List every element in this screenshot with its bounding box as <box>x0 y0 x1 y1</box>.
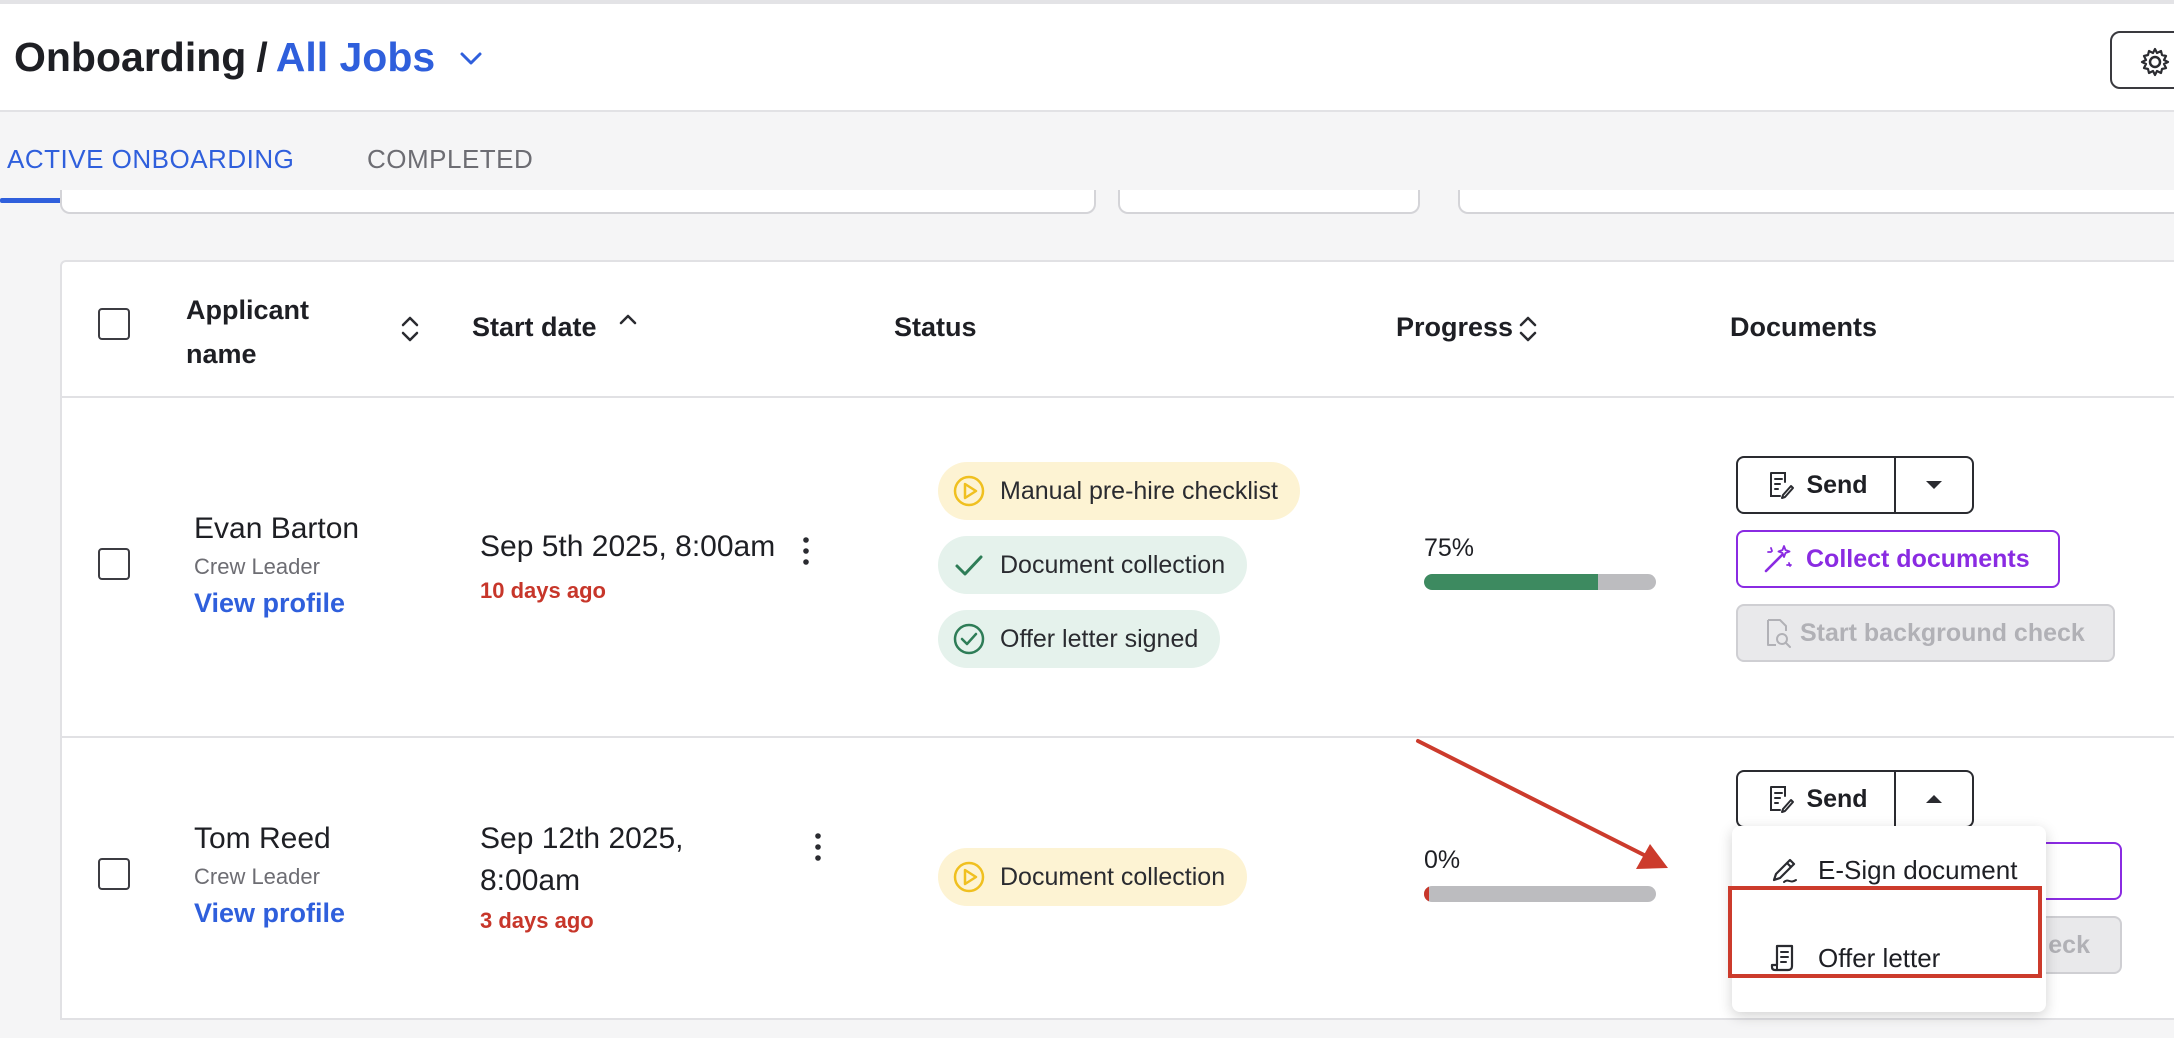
progress-fill <box>1424 886 1429 902</box>
sort-both-icon[interactable] <box>398 314 422 344</box>
table-row: Evan Barton Crew Leader View profile Sep… <box>62 398 2174 738</box>
start-background-check-button[interactable]: Start background check <box>1736 604 2115 662</box>
status-badge: Manual pre-hire checklist <box>938 462 1300 520</box>
send-button[interactable]: Send <box>1736 770 1896 828</box>
applicant-role: Crew Leader <box>194 864 320 889</box>
column-header-documents: Documents <box>1730 312 1878 342</box>
relative-date: 10 days ago <box>480 578 606 603</box>
relative-date: 3 days ago <box>480 908 594 933</box>
background-check-label: eck <box>2048 930 2090 959</box>
row-checkbox[interactable] <box>98 548 130 580</box>
applicant-role: Crew Leader <box>194 554 320 579</box>
applicant-name: Evan Barton <box>194 512 360 545</box>
more-options-icon[interactable] <box>800 536 812 566</box>
breadcrumb-separator: / <box>256 34 268 80</box>
progress-percent: 75% <box>1424 534 1475 562</box>
annotation-highlight-box <box>1728 886 2042 978</box>
more-options-icon[interactable] <box>812 832 824 862</box>
collect-documents-button[interactable]: Collect documents <box>1736 530 2060 588</box>
select-all-checkbox[interactable] <box>98 308 130 340</box>
status-badge: Document collection <box>938 536 1248 594</box>
send-dropdown-toggle[interactable] <box>1896 456 1974 514</box>
document-edit-icon <box>1770 786 1795 813</box>
start-date: Sep 5th 2025, 8:00am <box>480 530 776 563</box>
play-circle-icon <box>953 861 985 893</box>
send-button[interactable]: Send <box>1736 456 1896 514</box>
progress-percent: 0% <box>1424 846 1461 874</box>
send-label: Send <box>1806 784 1868 813</box>
start-date: Sep 12th 2025, 8:00am <box>480 822 684 897</box>
status-badge: Offer letter signed <box>938 610 1221 668</box>
settings-button[interactable] <box>2110 31 2174 89</box>
checkmark-icon <box>955 555 983 576</box>
play-circle-icon <box>953 475 985 507</box>
tab-active-onboarding[interactable]: ACTIVE ONBOARDING <box>7 144 294 175</box>
chevron-down-icon[interactable] <box>457 44 485 72</box>
sort-ascending-icon[interactable] <box>616 306 640 336</box>
caret-up-icon <box>1926 795 1942 803</box>
column-header-applicant[interactable]: Applicant name <box>186 288 386 376</box>
collect-label: Collect documents <box>1806 544 2030 573</box>
menu-item-label: E-Sign document <box>1818 854 2018 885</box>
column-header-status: Status <box>894 312 977 342</box>
progress-bar <box>1424 574 1656 590</box>
send-split-button: Send <box>1736 456 1974 514</box>
progress-bar <box>1424 886 1656 902</box>
magic-wand-icon <box>1764 545 1792 573</box>
background-check-label: Start background check <box>1800 618 2085 647</box>
breadcrumb-root[interactable]: Onboarding <box>14 34 246 81</box>
status-label: Document collection <box>1000 550 1226 579</box>
status-label: Offer letter signed <box>1000 624 1199 653</box>
applicant-name: Tom Reed <box>194 822 331 855</box>
column-header-start-date[interactable]: Start date <box>472 312 597 343</box>
send-split-button: Send <box>1736 770 1974 828</box>
table-header: Applicant name Start date Status Progres… <box>62 262 2174 398</box>
status-label: Document collection <box>1000 862 1226 891</box>
signature-pen-icon <box>1772 858 1797 883</box>
row-checkbox[interactable] <box>98 858 130 890</box>
caret-down-icon <box>1926 481 1942 489</box>
page-title: Onboarding / All Jobs <box>14 34 485 81</box>
page-header: Onboarding / All Jobs <box>0 4 2174 112</box>
breadcrumb-current-job[interactable]: All Jobs <box>276 34 435 81</box>
view-profile-link[interactable]: View profile <box>194 898 345 929</box>
check-circle-icon <box>953 623 985 655</box>
document-edit-icon <box>1770 472 1795 499</box>
filter-field[interactable] <box>60 190 1096 214</box>
filter-field[interactable] <box>1118 190 1420 214</box>
send-label: Send <box>1806 470 1868 499</box>
view-profile-link[interactable]: View profile <box>194 588 345 619</box>
document-search-icon <box>1767 619 1791 648</box>
column-header-progress[interactable]: Progress <box>1396 312 1513 343</box>
send-dropdown-toggle[interactable] <box>1896 770 1974 828</box>
tab-completed[interactable]: COMPLETED <box>367 144 533 175</box>
status-badge: Document collection <box>938 848 1248 906</box>
status-label: Manual pre-hire checklist <box>1000 476 1278 505</box>
filter-field[interactable] <box>1458 190 2174 214</box>
sort-both-icon[interactable] <box>1516 314 1540 344</box>
gear-icon <box>2140 47 2170 77</box>
progress-fill <box>1424 574 1598 590</box>
